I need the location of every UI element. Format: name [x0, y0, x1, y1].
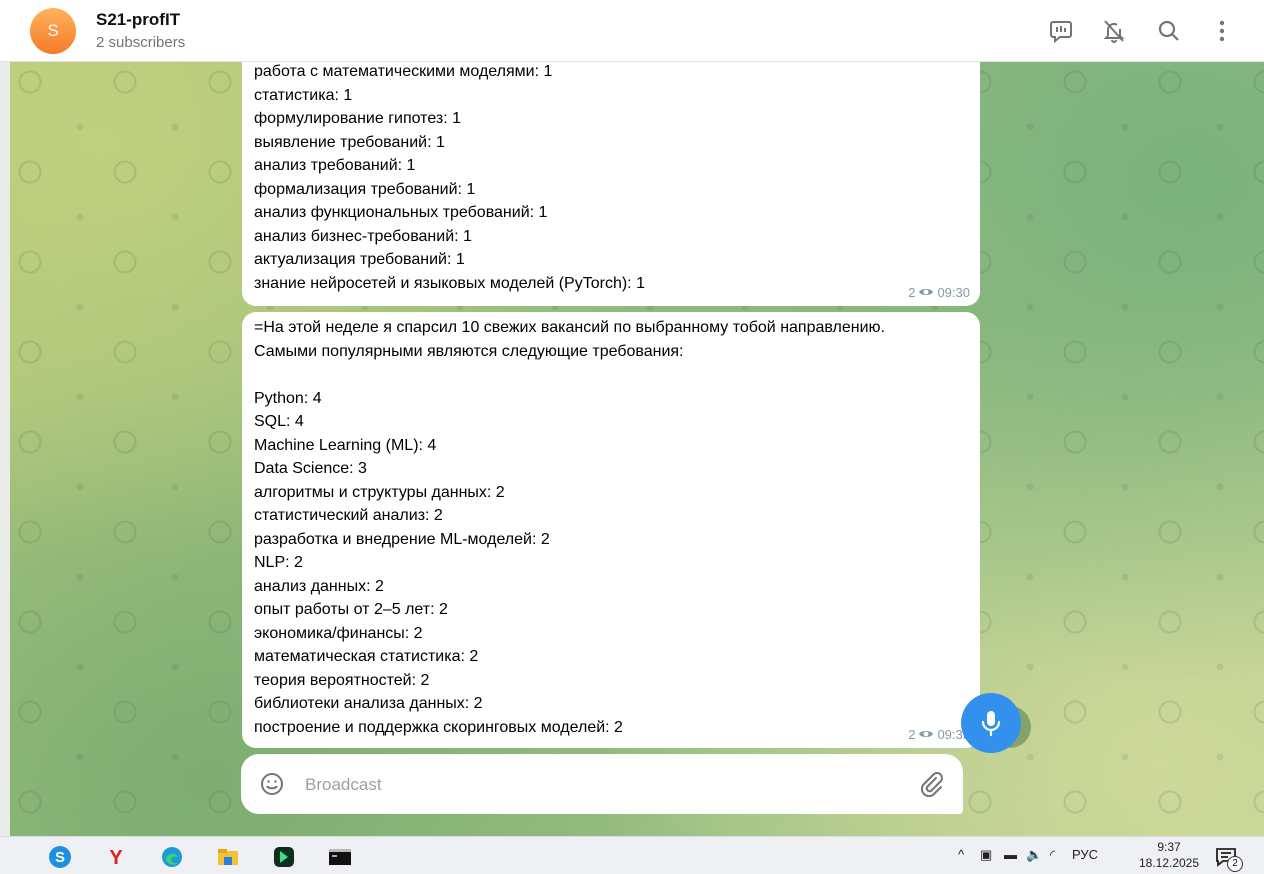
channel-avatar[interactable]: S	[30, 8, 76, 54]
yandex-browser-icon[interactable]: Y	[104, 845, 128, 869]
eye-icon	[919, 731, 934, 738]
svg-text:S: S	[55, 849, 65, 866]
message-line: статистический анализ: 2	[254, 507, 443, 524]
message-line: NLP: 2	[254, 554, 303, 571]
message-line: математическая статистика: 2	[254, 648, 479, 665]
message-line: статистика: 1	[254, 86, 353, 104]
message-line: выявление требований: 1	[254, 133, 445, 151]
message-line: =На этой неделе я спарсил 10 свежих вака…	[254, 319, 885, 336]
message-bubble[interactable]: =На этой неделе я спарсил 10 свежих вака…	[242, 312, 980, 748]
message-line: работа с математическими моделями: 1	[254, 63, 553, 80]
message-line: алгоритмы и структуры данных: 2	[254, 483, 505, 501]
clock-date: 18.12.2025	[1138, 856, 1200, 870]
message-line: построение и поддержка скоринговых модел…	[254, 718, 623, 736]
message-line: библиотеки анализа данных: 2	[254, 695, 483, 712]
message-line: Python: 4	[254, 389, 322, 407]
paperclip-icon[interactable]	[918, 770, 944, 798]
file-explorer-icon[interactable]	[216, 845, 240, 869]
battery-icon[interactable]: ▬	[1004, 847, 1017, 862]
message-line: анализ данных: 2	[254, 577, 384, 595]
message-bubble[interactable]: работа с математическими моделями: 1 ста…	[242, 62, 980, 306]
svg-text:Y: Y	[109, 847, 123, 869]
edge-icon[interactable]	[160, 845, 184, 869]
language-indicator[interactable]: РУС	[1072, 847, 1098, 862]
view-count: 2	[908, 284, 916, 300]
bell-off-icon[interactable]	[1101, 18, 1127, 44]
message-line: Самыми популярными являются следующие тр…	[254, 342, 684, 360]
volume-icon[interactable]: 🔈	[1026, 847, 1042, 863]
chat-area: работа с математическими моделями: 1 ста…	[10, 62, 1264, 836]
emoji-icon[interactable]	[259, 771, 285, 797]
broadcast-input[interactable]	[303, 768, 867, 802]
poll-icon[interactable]	[1048, 18, 1074, 44]
message-line: теория вероятностей: 2	[254, 671, 430, 689]
notification-badge: 2	[1227, 856, 1243, 872]
message-line: анализ требований: 1	[254, 157, 416, 174]
message-line: актуализация требований: 1	[254, 251, 465, 268]
voice-record-button[interactable]	[961, 693, 1021, 753]
message-composer	[241, 754, 963, 814]
wifi-icon[interactable]: ◜	[1050, 847, 1055, 863]
chat-header: S S21-profIT 2 subscribers	[0, 0, 1264, 62]
message-meta: 2 09:30	[908, 281, 970, 305]
message-line: разработка и внедрение ML-моделей: 2	[254, 530, 550, 548]
app-icon[interactable]	[272, 845, 296, 869]
terminal-icon[interactable]	[328, 845, 352, 869]
message-line: формулирование гипотез: 1	[254, 110, 461, 127]
chevron-up-icon[interactable]: ^	[958, 847, 964, 862]
clock-time: 9:37	[1157, 840, 1181, 854]
message-line: опыт работы от 2–5 лет: 2	[254, 601, 448, 618]
skype-icon[interactable]: S	[48, 845, 72, 869]
eye-icon	[919, 289, 934, 296]
search-icon[interactable]	[1156, 18, 1182, 44]
view-count: 2	[908, 726, 916, 742]
message-time: 09:30	[937, 284, 970, 300]
message-line: SQL: 4	[254, 413, 304, 430]
message-line	[254, 363, 968, 387]
subscriber-count: 2 subscribers	[96, 34, 186, 51]
microphone-icon	[981, 711, 1001, 737]
message-line: знание нейросетей и языковых моделей (Py…	[254, 274, 645, 292]
message-line: анализ функциональных требований: 1	[254, 204, 548, 221]
message-line: Machine Learning (ML): 4	[254, 436, 437, 454]
app-tray-icon[interactable]: ▣	[980, 847, 992, 863]
message-line: формализация требований: 1	[254, 180, 476, 198]
channel-title[interactable]: S21-profIT	[96, 10, 180, 30]
message-line: Data Science: 3	[254, 460, 367, 477]
more-vertical-icon[interactable]	[1209, 18, 1235, 44]
system-clock[interactable]: 9:37 18.12.2025	[1134, 839, 1204, 871]
message-line: экономика/финансы: 2	[254, 624, 423, 642]
windows-taskbar: S Y ^ ▣ ▬ 🔈 ◜ РУС 9:37 18.12.2025 2	[0, 836, 1264, 874]
message-line: анализ бизнес-требований: 1	[254, 227, 472, 245]
